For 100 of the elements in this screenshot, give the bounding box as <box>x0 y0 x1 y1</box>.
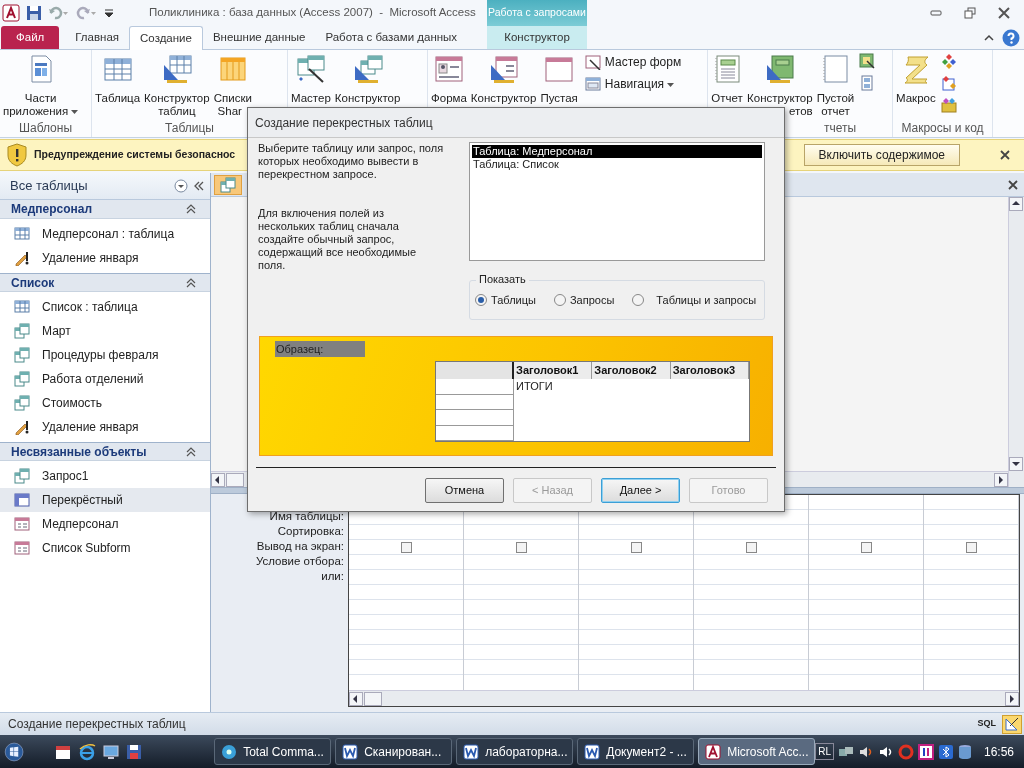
enable-content-button[interactable]: Включить содержимое <box>803 144 960 166</box>
list-item[interactable]: Таблица: Медперсонал <box>472 145 762 158</box>
source-list[interactable]: Таблица: Медперсонал Таблица: Список <box>469 142 765 261</box>
access-icon <box>705 743 722 760</box>
radio-option[interactable]: Запросы <box>553 291 615 309</box>
browser-icon[interactable] <box>78 742 97 761</box>
radio-option[interactable]: Таблицы и запросы <box>632 291 757 309</box>
checkbox[interactable] <box>965 541 977 553</box>
pencil-icon <box>14 250 30 266</box>
app-logo-icon[interactable] <box>2 4 20 22</box>
close-icon[interactable] <box>998 7 1010 19</box>
crosstab-icon <box>14 492 30 508</box>
nav-item[interactable]: Список : таблица <box>0 295 210 319</box>
ribbon-button[interactable]: Мастер форм <box>584 53 682 71</box>
scroll-right-icon[interactable] <box>1005 691 1019 706</box>
diamonds-button[interactable] <box>940 53 957 69</box>
ribbon-tab[interactable]: Конструктор <box>487 26 587 49</box>
vba-button[interactable] <box>940 97 957 113</box>
taskbar-button[interactable]: лабораторна... <box>456 738 574 765</box>
ribbon-tab[interactable]: Работа с базами данных <box>315 26 468 49</box>
nav-item[interactable]: Медперсонал : таблица <box>0 222 210 246</box>
checkbox[interactable] <box>745 541 757 553</box>
tables-icon <box>220 176 236 193</box>
language-indicator[interactable]: RL <box>815 743 834 760</box>
help-icon[interactable] <box>1002 29 1020 47</box>
nav-item[interactable]: Удаление января <box>0 246 210 270</box>
monitor-icon[interactable] <box>102 742 121 761</box>
close-icon[interactable] <box>1000 150 1010 160</box>
database-icon[interactable] <box>957 743 972 760</box>
checkbox[interactable] <box>515 541 527 553</box>
tables-icon <box>14 323 30 339</box>
save-icon[interactable] <box>126 743 143 760</box>
square-app-icon[interactable] <box>917 743 934 760</box>
class-module-button[interactable] <box>940 75 957 91</box>
navigation-form-icon <box>584 76 601 92</box>
ribbon-button[interactable]: Списки Shar <box>212 53 253 118</box>
scroll-right-icon[interactable] <box>994 472 1008 487</box>
ribbon-button[interactable]: Мастер <box>290 53 332 105</box>
scroll-up-icon[interactable] <box>1009 197 1023 211</box>
ribbon-button[interactable]: Макрос <box>895 53 937 105</box>
ribbon-button[interactable]: Таблица <box>94 53 142 105</box>
ribbon-button[interactable]: Форма <box>430 53 468 105</box>
save-icon[interactable] <box>26 5 42 21</box>
report-wand-button[interactable] <box>859 53 876 69</box>
ribbon-button[interactable]: Конструктор таблиц <box>143 53 211 118</box>
taskbar-button[interactable]: Microsoft Acc... <box>698 738 816 765</box>
group-header[interactable]: Список <box>0 273 210 292</box>
ribbon-tab[interactable]: Создание <box>129 26 203 50</box>
minimize-icon[interactable] <box>930 9 942 17</box>
ribbon-button[interactable]: Навигация <box>584 75 682 93</box>
nav-item[interactable]: Процедуры февраля <box>0 343 210 367</box>
ribbon-tab[interactable]: Файл <box>1 26 60 49</box>
nav-item[interactable]: Перекрёстный <box>0 488 210 512</box>
scrollbar-thumb[interactable] <box>364 691 382 706</box>
status-text: Создание перекрестных таблиц <box>8 716 186 733</box>
design-view-button[interactable] <box>1002 714 1022 734</box>
list-item[interactable]: Таблица: Список <box>472 158 762 171</box>
group-header[interactable]: Медперсонал <box>0 200 210 219</box>
diamonds-icon <box>940 53 957 69</box>
row-label: Сортировка: <box>277 524 344 539</box>
nav-item[interactable]: Март <box>0 319 210 343</box>
nav-item[interactable]: Запрос1 <box>0 464 210 488</box>
dialog-button[interactable]: Отмена <box>425 478 504 503</box>
radio-option[interactable]: Таблицы <box>475 291 536 309</box>
scrollbar-thumb[interactable] <box>226 472 244 487</box>
scroll-left-icon[interactable] <box>211 472 225 487</box>
nav-item[interactable]: Работа отделений <box>0 367 210 391</box>
ribbon-button[interactable]: Конструктор <box>469 53 538 105</box>
nav-item[interactable]: Список Subform <box>0 536 210 560</box>
ribbon-button[interactable]: Пустой отчет <box>815 53 856 118</box>
collapse-pane-icon[interactable] <box>194 181 204 191</box>
vba-icon <box>940 97 957 113</box>
bluetooth-icon[interactable] <box>937 743 954 760</box>
sql-view-button[interactable]: SQL <box>974 714 999 734</box>
checkbox[interactable] <box>400 541 412 553</box>
nav-item[interactable]: Удаление января <box>0 415 210 439</box>
scroll-left-icon[interactable] <box>349 691 363 706</box>
customize-icon[interactable] <box>104 6 114 20</box>
ribbon-button[interactable]: Части приложения <box>2 53 80 118</box>
nav-item[interactable]: Стоимость <box>0 391 210 415</box>
ribbon-tab[interactable]: Главная <box>65 26 130 49</box>
taskbar-button[interactable]: Total Comma... <box>214 738 332 765</box>
restore-icon[interactable] <box>964 7 976 19</box>
ribbon-tab[interactable]: Внешние данные <box>202 26 316 49</box>
close-icon[interactable] <box>1008 179 1018 190</box>
taskbar-button[interactable]: Сканирован... <box>335 738 453 765</box>
checkbox[interactable] <box>630 541 642 553</box>
dropdown-circle-icon[interactable] <box>174 179 188 193</box>
collapse-ribbon-icon[interactable] <box>984 34 994 42</box>
ribbon-button[interactable]: Конструктор <box>333 53 402 105</box>
disk-icon <box>221 743 238 760</box>
scroll-down-icon[interactable] <box>1009 457 1023 471</box>
ribbon-button[interactable]: Пустая <box>539 53 579 105</box>
form-wand-icon <box>584 54 601 70</box>
ribbon-button[interactable]: Отчет <box>710 53 744 105</box>
dialog-button[interactable]: Далее > <box>601 478 680 503</box>
nav-item[interactable]: Медперсонал <box>0 512 210 536</box>
taskbar-button[interactable]: Документ2 - ... <box>577 738 695 765</box>
checkbox[interactable] <box>860 541 872 553</box>
group-header[interactable]: Несвязанные объекты <box>0 442 210 461</box>
